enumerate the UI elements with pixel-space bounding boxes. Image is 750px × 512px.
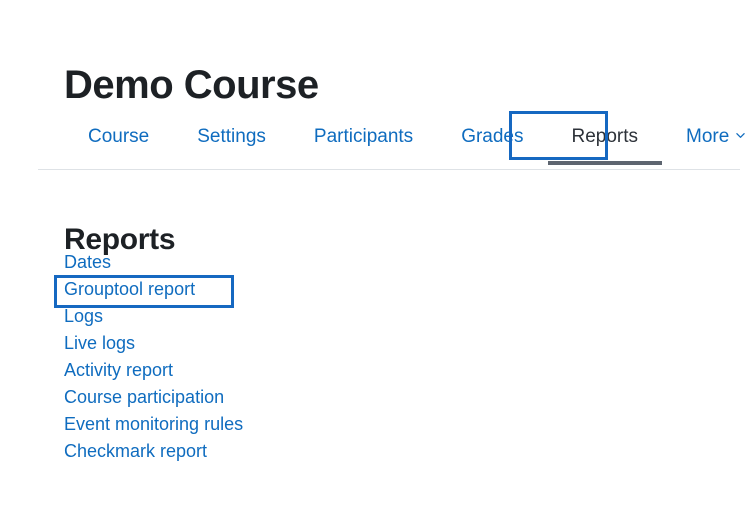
list-item: Course participation: [64, 384, 243, 411]
report-link-course-participation[interactable]: Course participation: [64, 384, 224, 411]
page-title: Demo Course: [64, 62, 319, 107]
chevron-down-icon: [736, 131, 746, 140]
list-item: Grouptool report: [64, 276, 243, 303]
course-reports-page: Demo Course Course Settings Participants…: [0, 0, 750, 512]
report-link-event-monitoring-rules[interactable]: Event monitoring rules: [64, 411, 243, 438]
tab-reports[interactable]: Reports: [547, 113, 663, 165]
report-link-logs[interactable]: Logs: [64, 303, 103, 330]
list-item: Logs: [64, 303, 243, 330]
report-link-activity-report[interactable]: Activity report: [64, 357, 173, 384]
tab-more[interactable]: More: [662, 113, 750, 163]
reports-link-list: Dates Grouptool report Logs Live logs Ac…: [64, 249, 243, 465]
tab-settings[interactable]: Settings: [173, 113, 290, 163]
tab-course-label: Course: [88, 126, 150, 147]
tab-grades-label: Grades: [461, 126, 524, 147]
tab-more-label: More: [686, 126, 730, 147]
tabs-divider: [38, 169, 740, 170]
list-item: Dates: [64, 249, 243, 276]
tab-participants-label: Participants: [313, 126, 414, 147]
list-item: Live logs: [64, 330, 243, 357]
report-link-checkmark-report[interactable]: Checkmark report: [64, 438, 207, 465]
list-item: Activity report: [64, 357, 243, 384]
course-nav-tabs: Course Settings Participants Grades Repo…: [64, 113, 750, 165]
tab-settings-label: Settings: [197, 126, 266, 147]
list-item: Checkmark report: [64, 438, 243, 465]
report-link-grouptool-report[interactable]: Grouptool report: [64, 276, 195, 303]
tab-participants[interactable]: Participants: [290, 113, 437, 163]
tab-reports-label: Reports: [571, 126, 639, 147]
report-link-dates[interactable]: Dates: [64, 249, 111, 276]
list-item: Event monitoring rules: [64, 411, 243, 438]
tab-course[interactable]: Course: [64, 113, 173, 163]
tab-grades[interactable]: Grades: [437, 113, 547, 163]
report-link-live-logs[interactable]: Live logs: [64, 330, 135, 357]
